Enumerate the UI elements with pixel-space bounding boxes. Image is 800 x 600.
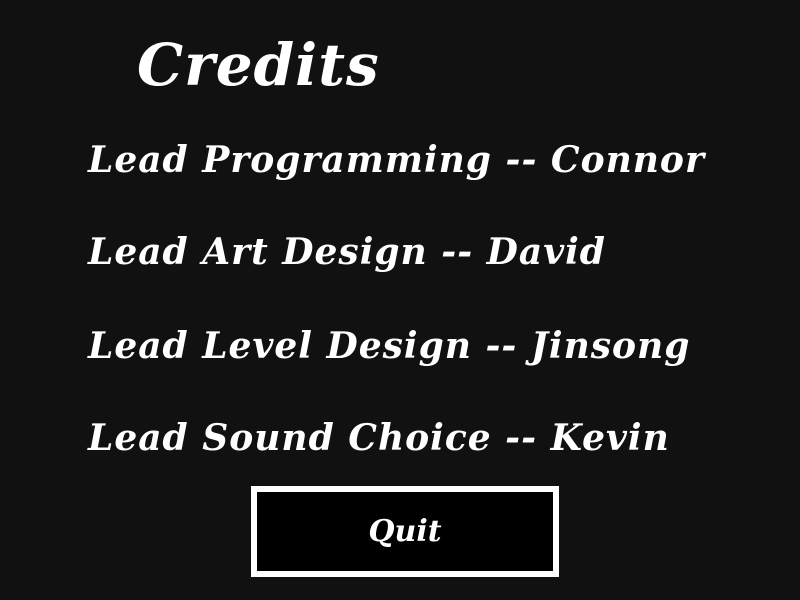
quit-button-label: Quit: [368, 513, 442, 549]
quit-button[interactable]: Quit: [251, 486, 559, 577]
credit-lead-programming: Lead Programming -- Connor: [88, 139, 705, 181]
credit-lead-art-design: Lead Art Design -- David: [88, 231, 606, 273]
credit-lead-sound-choice: Lead Sound Choice -- Kevin: [88, 417, 670, 459]
credits-title: Credits: [137, 31, 380, 99]
credit-lead-level-design: Lead Level Design -- Jinsong: [88, 325, 691, 367]
